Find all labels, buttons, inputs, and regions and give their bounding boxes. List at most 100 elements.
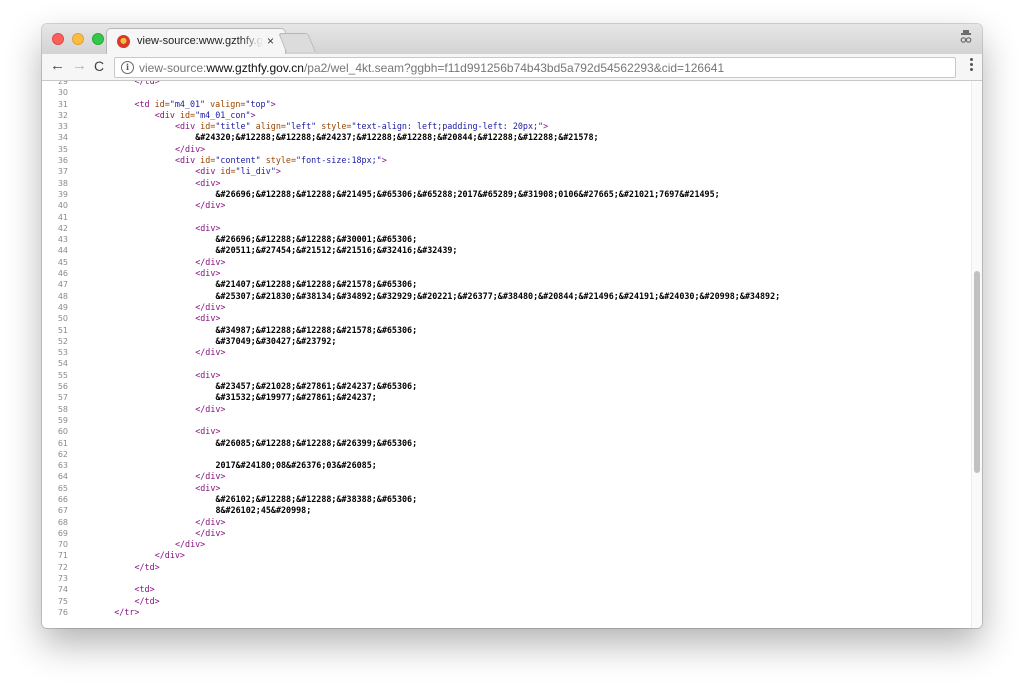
line-number: 71 bbox=[57, 551, 68, 561]
line-content: <div> bbox=[195, 268, 220, 279]
close-icon[interactable]: × bbox=[267, 34, 274, 48]
line-number: 58 bbox=[57, 404, 68, 414]
source-line: 53 </div> bbox=[42, 347, 972, 358]
source-line: 60 <div> bbox=[42, 426, 972, 437]
line-content: <div> bbox=[195, 370, 220, 381]
source-line: 54 bbox=[42, 358, 972, 369]
html-tag: <td> bbox=[134, 584, 155, 595]
source-line: 41 bbox=[42, 212, 972, 223]
source-line: 65 <div> bbox=[42, 483, 972, 494]
url-scheme: view-source: bbox=[139, 61, 207, 75]
line-number: 41 bbox=[57, 212, 68, 222]
html-tag: </div> bbox=[154, 550, 185, 561]
source-line: 52 &#37049;&#30427;&#23792; bbox=[42, 336, 972, 347]
line-number: 66 bbox=[57, 494, 68, 504]
source-line: 44 &#20511;&#27454;&#21512;&#21516;&#3241… bbox=[42, 245, 972, 256]
line-number: 42 bbox=[57, 223, 68, 233]
kebab-menu-icon[interactable] bbox=[970, 58, 974, 74]
text-entity: 2017&#24180;08&#26376;03&#26085; bbox=[215, 460, 377, 471]
source-view[interactable]: 29 </td> 30 31 <td id="m4_01" valign="top"> 3… bbox=[42, 81, 982, 628]
line-number: 52 bbox=[57, 336, 68, 346]
line-number: 39 bbox=[57, 189, 68, 199]
line-content: &#26696;&#12288;&#12288;&#21495;&#65306;… bbox=[215, 189, 719, 200]
source-line: 40 </div> bbox=[42, 200, 972, 211]
html-attribute: id= bbox=[154, 98, 170, 109]
source-line: 49 </div> bbox=[42, 302, 972, 313]
html-attribute: id= bbox=[200, 121, 216, 132]
line-content: </td> bbox=[134, 562, 159, 573]
text-entity: &#20511;&#27454;&#21512;&#21516;&#32416;… bbox=[215, 245, 458, 256]
source-line: 56 &#23457;&#21028;&#27861;&#24237;&#6530… bbox=[42, 381, 972, 392]
info-icon[interactable]: i bbox=[121, 61, 134, 74]
source-line: 69 </div> bbox=[42, 528, 972, 539]
attribute-value: "top" bbox=[245, 98, 271, 109]
window-minimize-button[interactable] bbox=[72, 33, 84, 45]
text-entity: &#31532;&#19977;&#27861;&#24237; bbox=[215, 392, 377, 403]
arrow-left-icon[interactable]: ← bbox=[50, 57, 65, 75]
html-tag: <div bbox=[174, 155, 201, 166]
source-line: 33 <div id="title" align="left" style="te… bbox=[42, 121, 972, 132]
source-line: 55 <div> bbox=[42, 370, 972, 381]
attribute-value: "content" bbox=[215, 155, 261, 166]
html-tag: <div bbox=[154, 109, 180, 120]
line-number: 75 bbox=[57, 596, 68, 606]
window-close-button[interactable] bbox=[52, 33, 64, 45]
address-bar[interactable]: i view-source:www.gzthfy.gov.cn/pa2/wel_… bbox=[114, 57, 956, 78]
html-tag: </div> bbox=[195, 301, 226, 312]
html-attribute: id= bbox=[179, 109, 196, 120]
line-number: 49 bbox=[57, 302, 68, 312]
source-line: 70 </div> bbox=[42, 539, 972, 550]
source-line: 72 </td> bbox=[42, 562, 972, 573]
reload-icon[interactable]: C bbox=[94, 57, 104, 75]
line-number: 72 bbox=[57, 562, 68, 572]
source-line: 74 <td> bbox=[42, 584, 972, 595]
line-number: 40 bbox=[57, 201, 68, 211]
source-line: 51 &#34987;&#12288;&#12288;&#21578;&#6530… bbox=[42, 325, 972, 336]
incognito-icon[interactable] bbox=[960, 30, 972, 46]
line-content: </div> bbox=[195, 528, 225, 539]
line-number: 67 bbox=[57, 506, 68, 516]
line-content: <div> bbox=[195, 223, 220, 234]
html-tag: </td> bbox=[134, 595, 160, 606]
tab-view-source[interactable]: view-source:www.gzthfy.gov.cn × bbox=[106, 28, 286, 54]
title-bar: view-source:www.gzthfy.gov.cn × bbox=[42, 24, 982, 54]
source-line: 34 &#24320;&#12288;&#12288;&#24237;&#1228… bbox=[42, 132, 972, 143]
source-line: 58 </div> bbox=[42, 404, 972, 415]
window-maximize-button[interactable] bbox=[92, 33, 104, 45]
html-tag: </div> bbox=[195, 527, 226, 538]
html-attribute: align= bbox=[250, 121, 286, 132]
vertical-scrollbar[interactable] bbox=[971, 81, 982, 628]
line-number: 46 bbox=[57, 269, 68, 279]
url-text: view-source:www.gzthfy.gov.cn/pa2/wel_4k… bbox=[139, 61, 724, 75]
line-number: 69 bbox=[57, 528, 68, 538]
source-line: 63 2017&#24180;08&#26376;03&#26085; bbox=[42, 460, 972, 471]
source-line: 39 &#26696;&#12288;&#12288;&#21495;&#6530… bbox=[42, 189, 972, 200]
line-content: </div> bbox=[195, 404, 225, 415]
line-content: &#34987;&#12288;&#12288;&#21578;&#65306; bbox=[215, 325, 417, 336]
line-number: 53 bbox=[57, 348, 68, 358]
html-tag: <div> bbox=[195, 313, 221, 324]
html-tag: </td> bbox=[134, 561, 160, 572]
source-line: 68 </div> bbox=[42, 517, 972, 528]
attribute-value: "li_div" bbox=[235, 166, 276, 177]
line-number: 61 bbox=[57, 438, 68, 448]
source-line: 64 </div> bbox=[42, 471, 972, 482]
browser-window: view-source:www.gzthfy.gov.cn × ← → C i … bbox=[42, 24, 982, 628]
source-line: 31 <td id="m4_01" valign="top"> bbox=[42, 99, 972, 110]
source-line: 50 <div> bbox=[42, 313, 972, 324]
html-tag: </div> bbox=[195, 516, 226, 527]
source-line: 62 bbox=[42, 449, 972, 460]
scrollbar-thumb[interactable] bbox=[974, 271, 980, 473]
source-line: 71 </div> bbox=[42, 550, 972, 561]
line-content: <div id="content" style="font-size:18px;… bbox=[175, 155, 387, 166]
line-content: &#26102;&#12288;&#12288;&#38388;&#65306; bbox=[215, 494, 417, 505]
source-line: 30 bbox=[42, 87, 972, 98]
line-number: 59 bbox=[57, 415, 68, 425]
text-entity: &#23457;&#21028;&#27861;&#24237;&#65306; bbox=[215, 381, 418, 392]
line-content: <div id="m4_01_con"> bbox=[155, 110, 256, 121]
html-attribute: valign= bbox=[205, 98, 246, 109]
arrow-right-icon[interactable]: → bbox=[72, 57, 87, 75]
line-number: 60 bbox=[57, 427, 68, 437]
new-tab-button[interactable] bbox=[278, 33, 316, 52]
html-tag: <div> bbox=[195, 268, 221, 279]
